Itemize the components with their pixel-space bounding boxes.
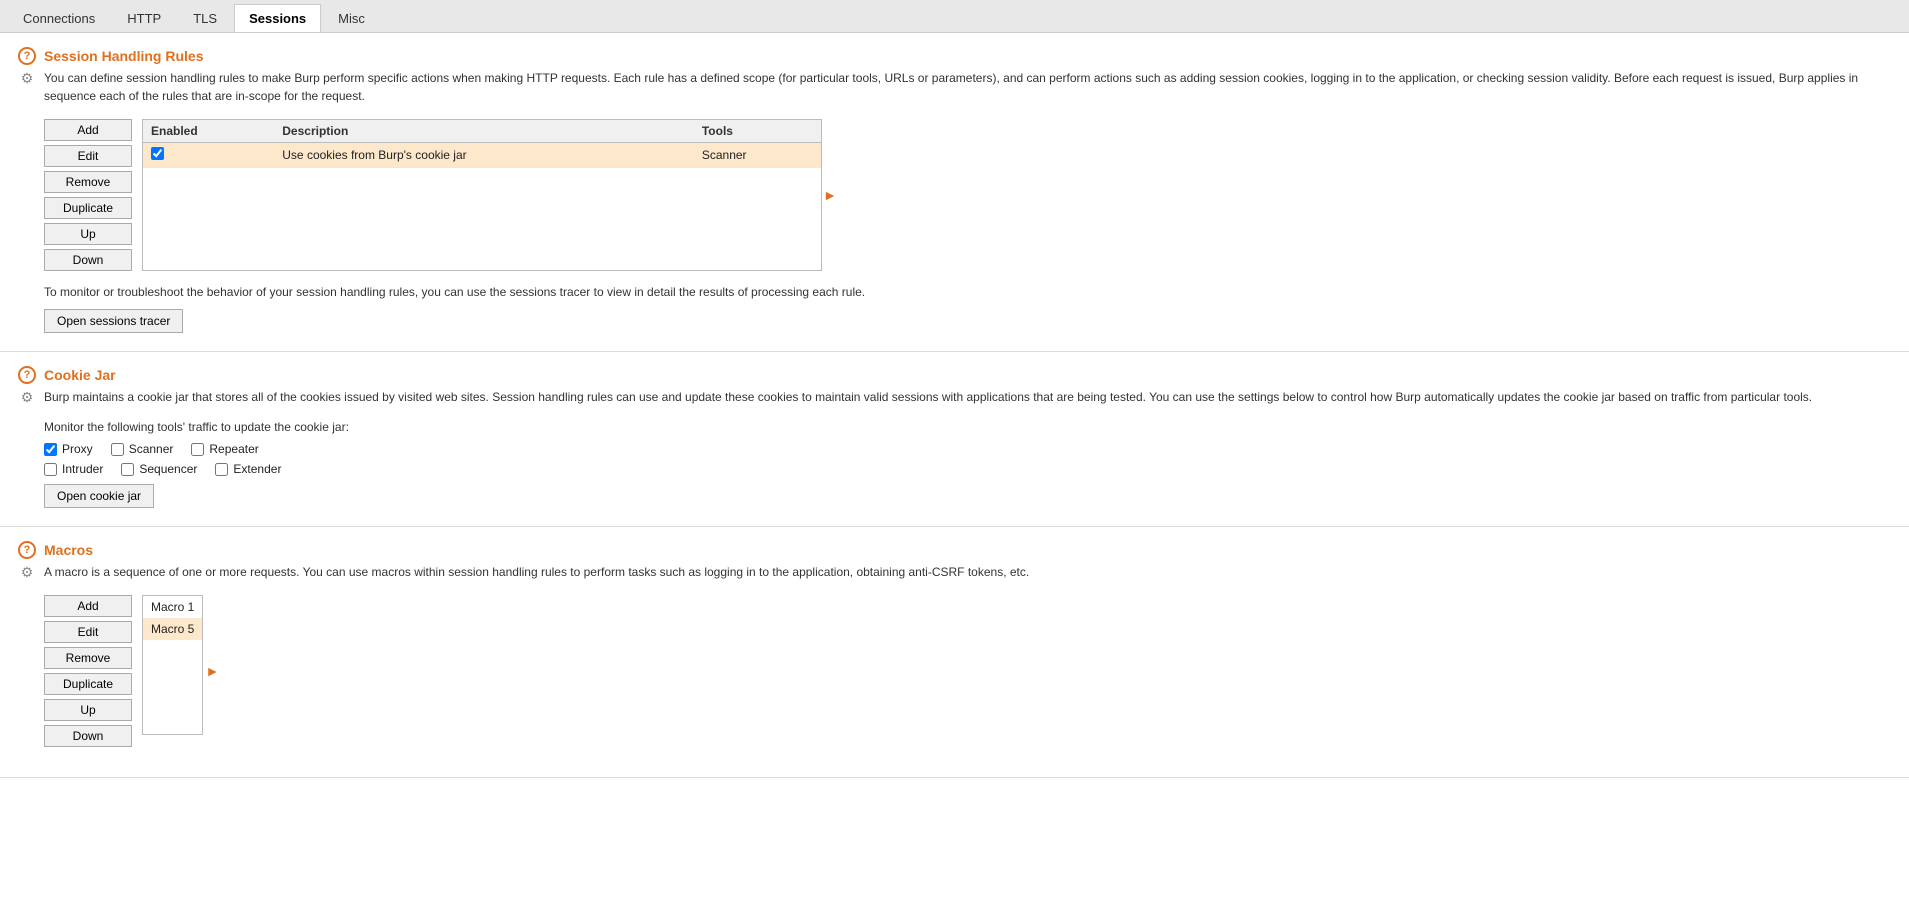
macros-duplicate-button[interactable]: Duplicate [44, 673, 132, 695]
session-down-button[interactable]: Down [44, 249, 132, 271]
macros-list: Macro 1Macro 5 [142, 595, 203, 735]
extender-checkbox[interactable] [215, 463, 228, 476]
macros-btn-col: Add Edit Remove Duplicate Up Down [44, 595, 134, 747]
sequencer-label: Sequencer [139, 462, 197, 476]
session-remove-button[interactable]: Remove [44, 171, 132, 193]
checkbox-sequencer[interactable]: Sequencer [121, 462, 197, 476]
proxy-label: Proxy [62, 442, 93, 456]
tab-sessions[interactable]: Sessions [234, 4, 321, 32]
session-handling-title: Session Handling Rules [44, 48, 203, 64]
macros-section: ? Macros ⚙ A macro is a sequence of one … [0, 527, 1909, 778]
list-item[interactable]: Macro 5 [143, 618, 202, 640]
macros-up-button[interactable]: Up [44, 699, 132, 721]
session-rules-table-wrap: Enabled Description Tools Use cookies fr… [142, 119, 822, 271]
tab-tls[interactable]: TLS [178, 4, 232, 32]
extender-label: Extender [233, 462, 281, 476]
help-icon-session: ? [18, 47, 36, 65]
cookie-jar-desc: Burp maintains a cookie jar that stores … [44, 388, 1812, 406]
gear-icon-session: ⚙ [18, 69, 36, 87]
scanner-label: Scanner [129, 442, 174, 456]
checkbox-extender[interactable]: Extender [215, 462, 281, 476]
session-up-button[interactable]: Up [44, 223, 132, 245]
sequencer-checkbox[interactable] [121, 463, 134, 476]
macros-edit-button[interactable]: Edit [44, 621, 132, 643]
scanner-checkbox[interactable] [111, 443, 124, 456]
arrow-right-session: ► [823, 187, 837, 203]
cookie-jar-section: ? Cookie Jar ⚙ Burp maintains a cookie j… [0, 352, 1909, 527]
col-description: Description [274, 120, 694, 143]
macros-add-button[interactable]: Add [44, 595, 132, 617]
session-duplicate-button[interactable]: Duplicate [44, 197, 132, 219]
arrow-right-macros: ► [206, 663, 220, 679]
tab-http[interactable]: HTTP [112, 4, 176, 32]
tab-connections[interactable]: Connections [8, 4, 110, 32]
macros-title: Macros [44, 542, 93, 558]
repeater-label: Repeater [209, 442, 258, 456]
session-edit-button[interactable]: Edit [44, 145, 132, 167]
col-enabled: Enabled [143, 120, 274, 143]
macros-remove-button[interactable]: Remove [44, 647, 132, 669]
help-icon-cookie: ? [18, 366, 36, 384]
help-icon-macros: ? [18, 541, 36, 559]
rule-tools: Scanner [694, 143, 821, 168]
cookie-checkboxes-row1: Proxy Scanner Repeater [44, 442, 1891, 456]
main-content: ? Session Handling Rules ⚙ You can defin… [0, 33, 1909, 906]
session-handling-section: ? Session Handling Rules ⚙ You can defin… [0, 33, 1909, 352]
intruder-checkbox[interactable] [44, 463, 57, 476]
proxy-checkbox[interactable] [44, 443, 57, 456]
intruder-label: Intruder [62, 462, 103, 476]
gear-icon-cookie: ⚙ [18, 388, 36, 406]
macros-desc: A macro is a sequence of one or more req… [44, 563, 1029, 581]
open-sessions-tracer-button[interactable]: Open sessions tracer [44, 309, 183, 333]
tracer-area: To monitor or troubleshoot the behavior … [44, 283, 1891, 333]
tab-bar: Connections HTTP TLS Sessions Misc [0, 0, 1909, 33]
table-row[interactable]: Use cookies from Burp's cookie jarScanne… [143, 143, 821, 168]
macros-down-button[interactable]: Down [44, 725, 132, 747]
cookie-jar-title: Cookie Jar [44, 367, 116, 383]
tab-misc[interactable]: Misc [323, 4, 380, 32]
session-rules-btn-col: Add Edit Remove Duplicate Up Down [44, 119, 134, 271]
col-tools: Tools [694, 120, 821, 143]
checkbox-scanner[interactable]: Scanner [111, 442, 174, 456]
session-rules-table: Enabled Description Tools Use cookies fr… [143, 120, 821, 168]
checkbox-repeater[interactable]: Repeater [191, 442, 258, 456]
gear-icon-macros: ⚙ [18, 563, 36, 581]
session-add-button[interactable]: Add [44, 119, 132, 141]
rule-description: Use cookies from Burp's cookie jar [274, 143, 694, 168]
list-item[interactable]: Macro 1 [143, 596, 202, 618]
monitor-text: Monitor the following tools' traffic to … [44, 420, 1891, 434]
checkbox-intruder[interactable]: Intruder [44, 462, 103, 476]
session-handling-desc: You can define session handling rules to… [44, 69, 1891, 105]
repeater-checkbox[interactable] [191, 443, 204, 456]
tracer-desc: To monitor or troubleshoot the behavior … [44, 283, 1891, 301]
rule-enabled-checkbox[interactable] [151, 147, 164, 160]
macros-list-wrap: Macro 1Macro 5 ► [142, 595, 203, 747]
cookie-checkboxes-row2: Intruder Sequencer Extender [44, 462, 1891, 476]
checkbox-proxy[interactable]: Proxy [44, 442, 93, 456]
open-cookie-jar-button[interactable]: Open cookie jar [44, 484, 154, 508]
